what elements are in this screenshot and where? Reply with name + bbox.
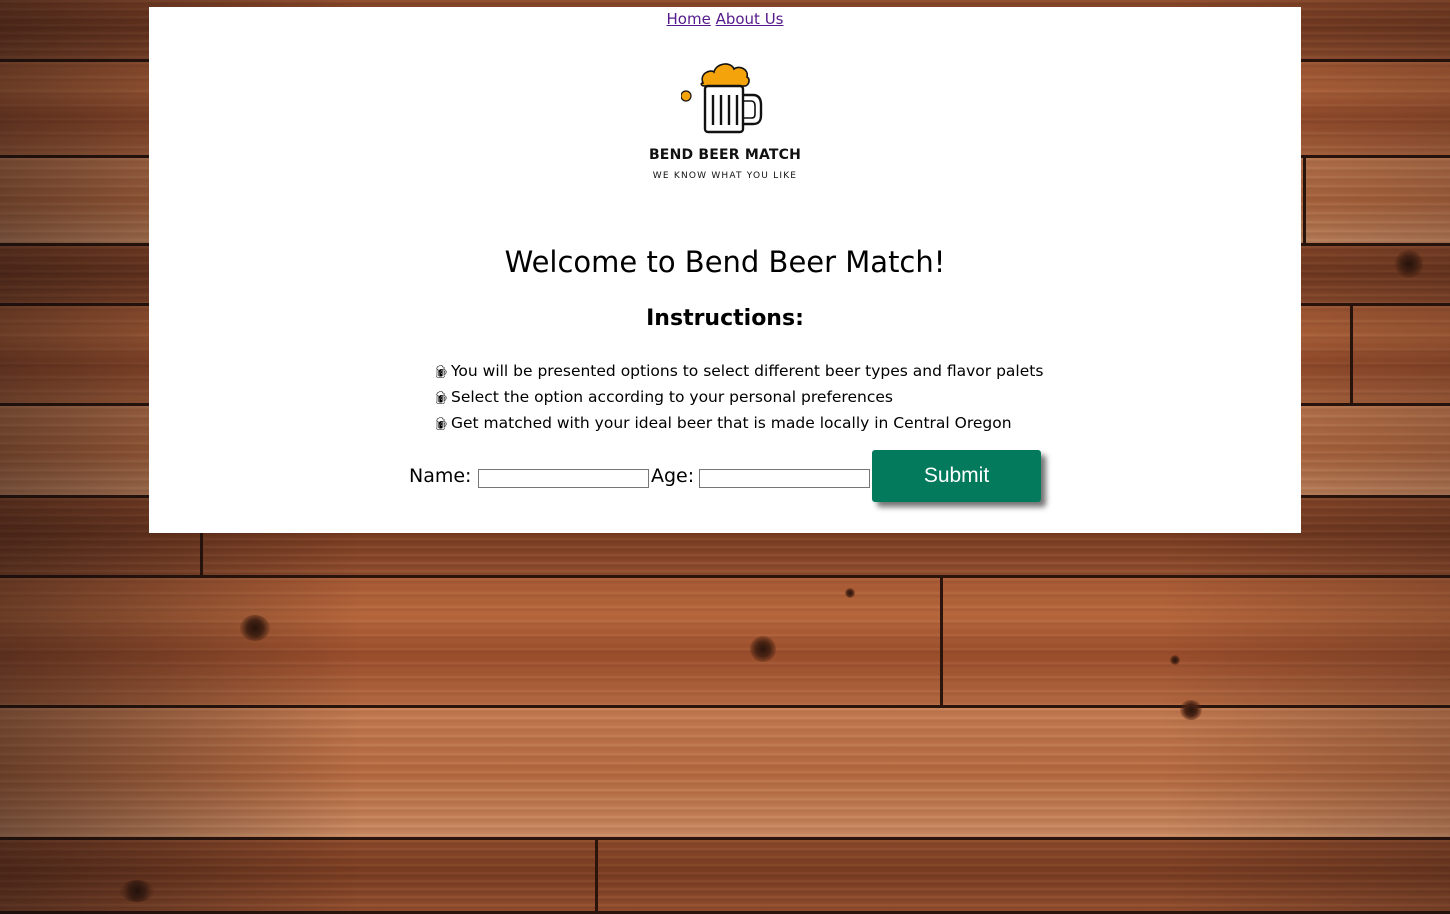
about-us-link[interactable]: About Us [716,10,784,28]
list-item: 🍺︎You will be presented options to selec… [433,359,1043,385]
site-logo: BEND BEER MATCH WE KNOW WHAT YOU LIKE [625,59,825,189]
top-nav: Home About Us [149,10,1301,28]
instructions-list: 🍺︎You will be presented options to selec… [433,359,1043,437]
list-item: 🍺︎Select the option according to your pe… [433,385,1043,411]
list-item: 🍺︎Get matched with your ideal beer that … [433,411,1043,437]
home-link[interactable]: Home [667,10,711,28]
content-panel: Home About Us BEND BEER MATCH WE KNOW WH… [149,7,1301,533]
age-field[interactable] [699,469,870,488]
mug-bullet-icon: 🍺︎ [433,417,450,432]
age-label: Age: [651,465,695,487]
instruction-text: You will be presented options to select … [451,362,1044,380]
logo-title: BEND BEER MATCH [648,147,802,163]
mug-bullet-icon: 🍺︎ [433,391,450,406]
submit-button[interactable]: Submit [872,450,1041,502]
welcome-heading: Welcome to Bend Beer Match! [504,245,946,279]
instruction-text: Select the option according to your pers… [451,388,893,406]
beer-mug-icon [681,63,763,134]
instructions-heading: Instructions: [646,306,804,331]
mug-bullet-icon: 🍺︎ [433,365,450,380]
instruction-text: Get matched with your ideal beer that is… [451,414,1012,432]
name-field[interactable] [478,469,649,488]
logo-tagline: WE KNOW WHAT YOU LIKE [652,171,798,181]
user-form: Name: Age: Submit [409,450,1049,504]
name-label: Name: [409,465,472,487]
